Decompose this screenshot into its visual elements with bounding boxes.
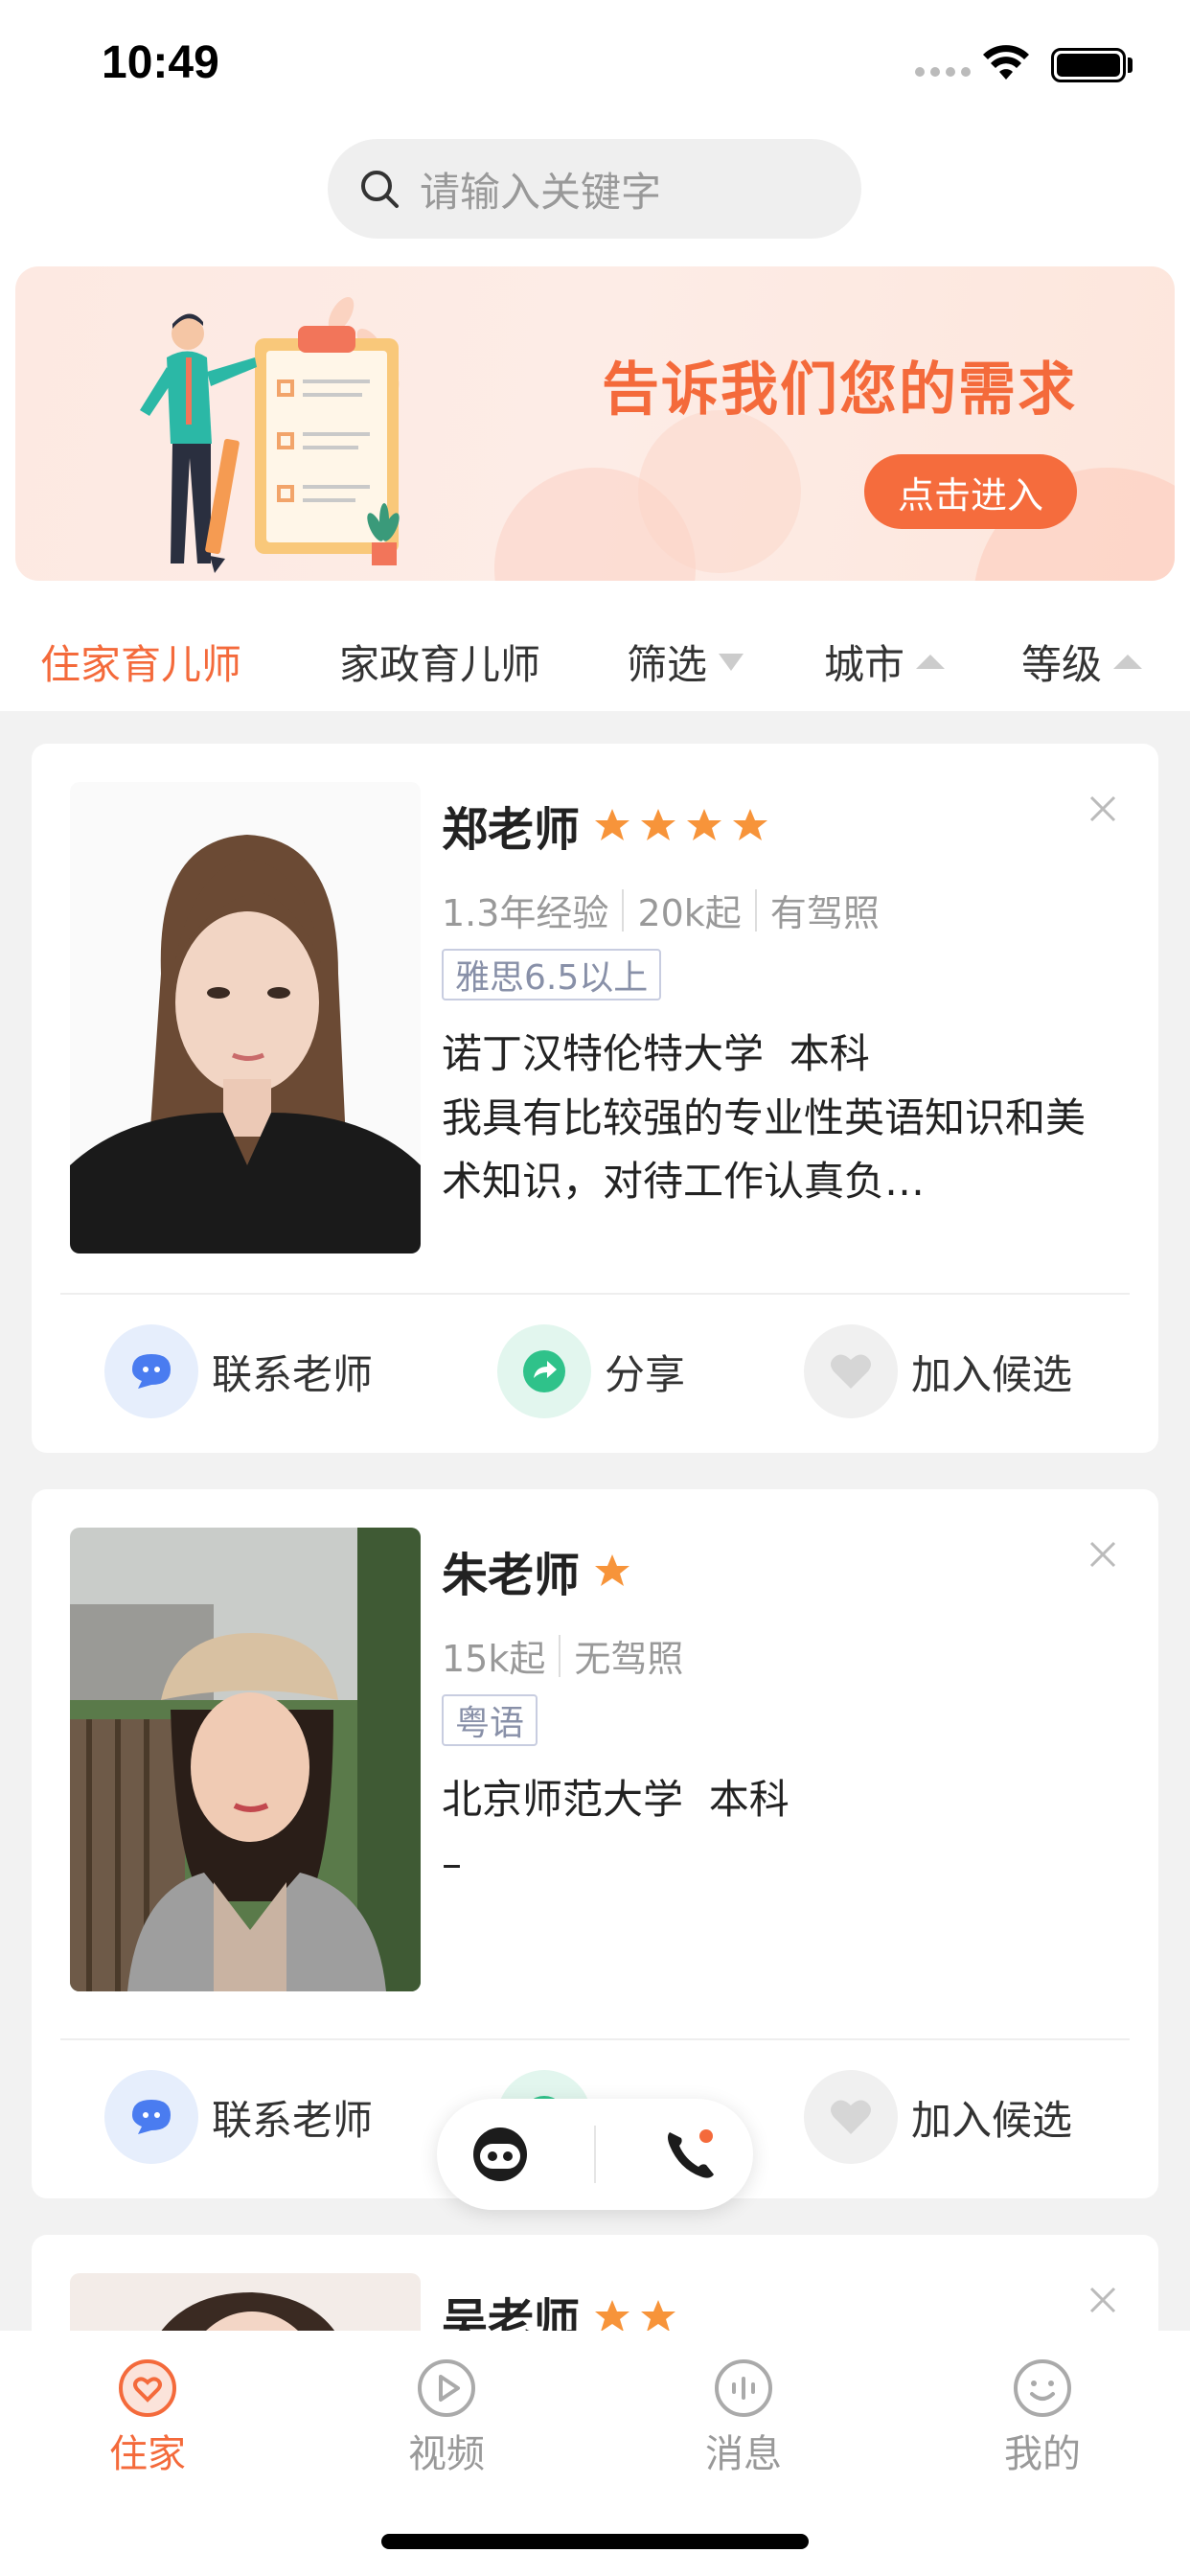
wifi-icon: [983, 45, 1029, 80]
banner-enter-button[interactable]: 点击进入: [864, 454, 1077, 529]
chat-icon: [104, 1324, 198, 1418]
teacher-name: 朱老师: [442, 1549, 581, 1602]
teacher-name-row: 郑老师: [442, 792, 769, 859]
teacher-education: 北京师范大学 本科: [442, 1776, 790, 1823]
teacher-name: 郑老师: [442, 803, 581, 857]
category-tabs: 住家育儿师 家政育儿师 筛选 城市 等级: [0, 613, 1190, 700]
share-button[interactable]: 分享: [497, 1324, 685, 1418]
battery-icon: [1051, 48, 1126, 82]
phone-icon[interactable]: [656, 2121, 723, 2188]
heart-icon: [804, 1324, 898, 1418]
sort-up-icon: [1113, 655, 1143, 669]
add-shortlist-button[interactable]: 加入候选: [804, 2070, 1072, 2164]
smile-icon: [1014, 2359, 1071, 2417]
star-icon: [687, 809, 722, 840]
search-input[interactable]: 请输入关键字: [328, 139, 861, 239]
teacher-meta: 1.3年经验 20k起 有驾照: [442, 884, 880, 936]
home-indicator: [381, 2534, 809, 2549]
share-icon: [497, 1324, 591, 1418]
divider: [60, 1293, 1130, 1295]
star-icon: [641, 809, 676, 840]
skill-tag: 雅思6.5以上: [442, 949, 662, 1000]
message-wave-icon: [715, 2359, 772, 2417]
play-circle-icon: [418, 2359, 475, 2417]
add-shortlist-button[interactable]: 加入候选: [804, 1324, 1072, 1418]
search-placeholder: 请输入关键字: [420, 168, 662, 216]
contact-teacher-button[interactable]: 联系老师: [104, 1324, 373, 1418]
close-icon[interactable]: [1086, 2283, 1120, 2317]
tab-city[interactable]: 城市: [824, 632, 946, 691]
close-icon[interactable]: [1086, 792, 1120, 826]
star-icon: [595, 809, 630, 840]
tabbar-item-video[interactable]: 视频: [370, 2358, 523, 2478]
teacher-photo: [70, 1528, 421, 1991]
teacher-name-row: 朱老师: [442, 1537, 631, 1604]
divider: [60, 2038, 1130, 2040]
tab-live-in-nanny[interactable]: 住家育儿师: [40, 632, 241, 691]
robot-chat-icon[interactable]: [467, 2121, 534, 2188]
close-icon[interactable]: [1086, 1537, 1120, 1572]
status-bar: 10:49: [0, 0, 1190, 129]
teacher-education: 诺丁汉特伦特大学 本科: [442, 1030, 870, 1077]
teacher-meta: 15k起 无驾照: [442, 1629, 683, 1682]
contact-teacher-button[interactable]: 联系老师: [104, 2070, 373, 2164]
filter-icon: [719, 653, 744, 671]
sort-up-icon: [916, 655, 946, 669]
star-icon: [733, 809, 768, 840]
signal-icon: [915, 67, 971, 77]
tabbar-item-me[interactable]: 我的: [966, 2358, 1119, 2478]
tab-housekeeping-nanny[interactable]: 家政育儿师: [339, 632, 540, 691]
tab-level[interactable]: 等级: [1021, 632, 1143, 691]
tab-filter[interactable]: 筛选: [627, 632, 744, 691]
skill-tag: 粤语: [442, 1694, 538, 1746]
heart-icon: [804, 2070, 898, 2164]
chat-icon: [104, 2070, 198, 2164]
teacher-card[interactable]: 郑老师 1.3年经验 20k起 有驾照 雅思6.5以上 诺丁汉特伦特大学 本科 …: [32, 744, 1158, 1453]
banner[interactable]: 告诉我们您的需求 点击进入: [15, 266, 1175, 581]
tabbar-item-messages[interactable]: 消息: [667, 2358, 820, 2478]
floating-contact-bar: [437, 2099, 753, 2210]
teacher-card[interactable]: 朱老师 15k起 无驾照 粤语 北京师范大学 本科 – 联系老师 分享 加入候选: [32, 1489, 1158, 2198]
heart-circle-icon: [119, 2359, 176, 2417]
star-icon: [595, 1554, 630, 1586]
teacher-photo: [70, 782, 421, 1254]
teacher-description: 我具有比较强的专业性英语知识和美术知识，对待工作认真负…: [442, 1094, 1087, 1205]
teacher-description: –: [442, 1840, 462, 1887]
star-icon: [595, 2300, 630, 2332]
status-time: 10:49: [102, 37, 219, 88]
checklist-illustration: [140, 296, 400, 573]
search-icon: [361, 171, 399, 208]
banner-title: 告诉我们您的需求: [602, 356, 1077, 424]
tabbar-item-home[interactable]: 住家: [71, 2358, 224, 2478]
star-icon: [641, 2300, 676, 2332]
